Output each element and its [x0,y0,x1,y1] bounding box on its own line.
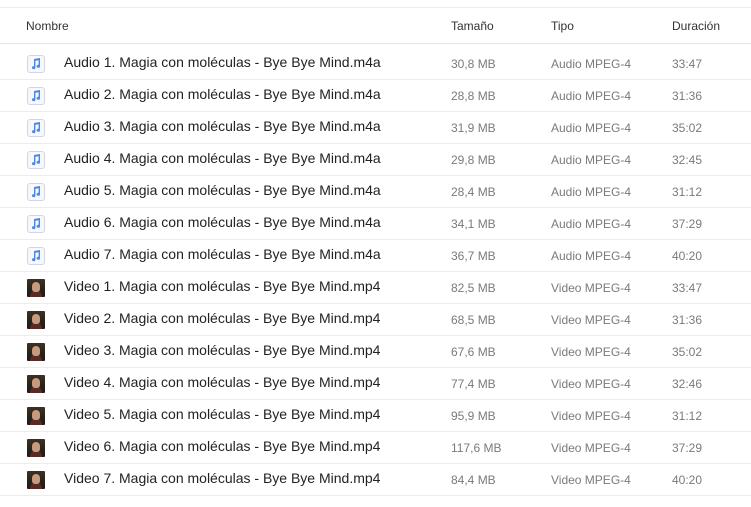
file-row-3[interactable]: Audio 3. Magia con moléculas - Bye Bye M… [0,112,751,144]
file-list: Nombre Tamaño Tipo Duración Audio 1. Mag… [0,0,751,507]
file-type: Audio MPEG-4 [551,185,632,199]
column-header-row: Nombre Tamaño Tipo Duración [0,9,751,44]
music-note-icon [27,247,45,265]
file-type: Video MPEG-4 [551,409,631,423]
file-duration: 31:36 [672,89,703,103]
file-duration: 31:12 [672,409,703,423]
column-header-name[interactable]: Nombre [26,19,69,33]
file-row-8[interactable]: Video 1. Magia con moléculas - Bye Bye M… [0,272,751,304]
music-note-icon [27,55,45,73]
file-type: Audio MPEG-4 [551,217,632,231]
file-type: Audio MPEG-4 [551,249,632,263]
column-header-size[interactable]: Tamaño [451,19,494,33]
file-size: 77,4 MB [451,377,496,391]
video-thumbnail-icon [27,471,45,489]
file-type: Video MPEG-4 [551,313,631,327]
file-size: 84,4 MB [451,473,496,487]
file-name: Video 7. Magia con moléculas - Bye Bye M… [64,470,381,486]
file-name: Audio 5. Magia con moléculas - Bye Bye M… [64,182,381,198]
file-row-9[interactable]: Video 2. Magia con moléculas - Bye Bye M… [0,304,751,336]
file-size: 34,1 MB [451,217,496,231]
file-type: Video MPEG-4 [551,345,631,359]
file-name: Video 4. Magia con moléculas - Bye Bye M… [64,374,381,390]
music-note-icon [27,87,45,105]
file-name: Video 5. Magia con moléculas - Bye Bye M… [64,406,381,422]
file-size: 30,8 MB [451,57,496,71]
file-type: Audio MPEG-4 [551,57,632,71]
file-duration: 37:29 [672,217,703,231]
file-duration: 31:12 [672,185,703,199]
file-name: Video 6. Magia con moléculas - Bye Bye M… [64,438,381,454]
file-size: 28,4 MB [451,185,496,199]
file-duration: 35:02 [672,345,703,359]
column-header-type[interactable]: Tipo [551,19,574,33]
music-note-icon [27,215,45,233]
file-duration: 40:20 [672,473,703,487]
file-duration: 35:02 [672,121,703,135]
file-row-2[interactable]: Audio 2. Magia con moléculas - Bye Bye M… [0,80,751,112]
column-header-duration[interactable]: Duración [672,19,720,33]
video-thumbnail-icon [27,279,45,297]
file-size: 67,6 MB [451,345,496,359]
file-type: Video MPEG-4 [551,377,631,391]
file-type: Audio MPEG-4 [551,121,632,135]
file-size: 68,5 MB [451,313,496,327]
file-duration: 37:29 [672,441,703,455]
file-row-14[interactable]: Video 7. Magia con moléculas - Bye Bye M… [0,464,751,496]
file-row-12[interactable]: Video 5. Magia con moléculas - Bye Bye M… [0,400,751,432]
file-row-1[interactable]: Audio 1. Magia con moléculas - Bye Bye M… [0,48,751,80]
file-name: Audio 4. Magia con moléculas - Bye Bye M… [64,150,381,166]
video-thumbnail-icon [27,343,45,361]
file-duration: 31:36 [672,313,703,327]
file-size: 28,8 MB [451,89,496,103]
file-type: Audio MPEG-4 [551,153,632,167]
file-name: Audio 2. Magia con moléculas - Bye Bye M… [64,86,381,102]
file-size: 95,9 MB [451,409,496,423]
file-type: Video MPEG-4 [551,281,631,295]
music-note-icon [27,183,45,201]
video-thumbnail-icon [27,375,45,393]
file-duration: 40:20 [672,249,703,263]
file-type: Audio MPEG-4 [551,89,632,103]
file-size: 36,7 MB [451,249,496,263]
file-size: 29,8 MB [451,153,496,167]
file-name: Audio 3. Magia con moléculas - Bye Bye M… [64,118,381,134]
file-name: Video 3. Magia con moléculas - Bye Bye M… [64,342,381,358]
music-note-icon [27,151,45,169]
file-type: Video MPEG-4 [551,441,631,455]
file-rows: Audio 1. Magia con moléculas - Bye Bye M… [0,48,751,496]
file-row-13[interactable]: Video 6. Magia con moléculas - Bye Bye M… [0,432,751,464]
video-thumbnail-icon [27,311,45,329]
file-name: Audio 1. Magia con moléculas - Bye Bye M… [64,54,381,70]
file-type: Video MPEG-4 [551,473,631,487]
video-thumbnail-icon [27,439,45,457]
file-row-4[interactable]: Audio 4. Magia con moléculas - Bye Bye M… [0,144,751,176]
file-row-10[interactable]: Video 3. Magia con moléculas - Bye Bye M… [0,336,751,368]
file-name: Audio 7. Magia con moléculas - Bye Bye M… [64,246,381,262]
file-name: Audio 6. Magia con moléculas - Bye Bye M… [64,214,381,230]
music-note-icon [27,119,45,137]
file-row-6[interactable]: Audio 6. Magia con moléculas - Bye Bye M… [0,208,751,240]
file-size: 117,6 MB [451,441,502,455]
file-duration: 32:45 [672,153,703,167]
file-row-11[interactable]: Video 4. Magia con moléculas - Bye Bye M… [0,368,751,400]
video-thumbnail-icon [27,407,45,425]
file-size: 31,9 MB [451,121,496,135]
file-duration: 32:46 [672,377,703,391]
file-name: Video 2. Magia con moléculas - Bye Bye M… [64,310,381,326]
file-name: Video 1. Magia con moléculas - Bye Bye M… [64,278,381,294]
file-duration: 33:47 [672,281,703,295]
top-border [0,0,751,8]
file-size: 82,5 MB [451,281,496,295]
file-duration: 33:47 [672,57,703,71]
file-row-7[interactable]: Audio 7. Magia con moléculas - Bye Bye M… [0,240,751,272]
file-row-5[interactable]: Audio 5. Magia con moléculas - Bye Bye M… [0,176,751,208]
